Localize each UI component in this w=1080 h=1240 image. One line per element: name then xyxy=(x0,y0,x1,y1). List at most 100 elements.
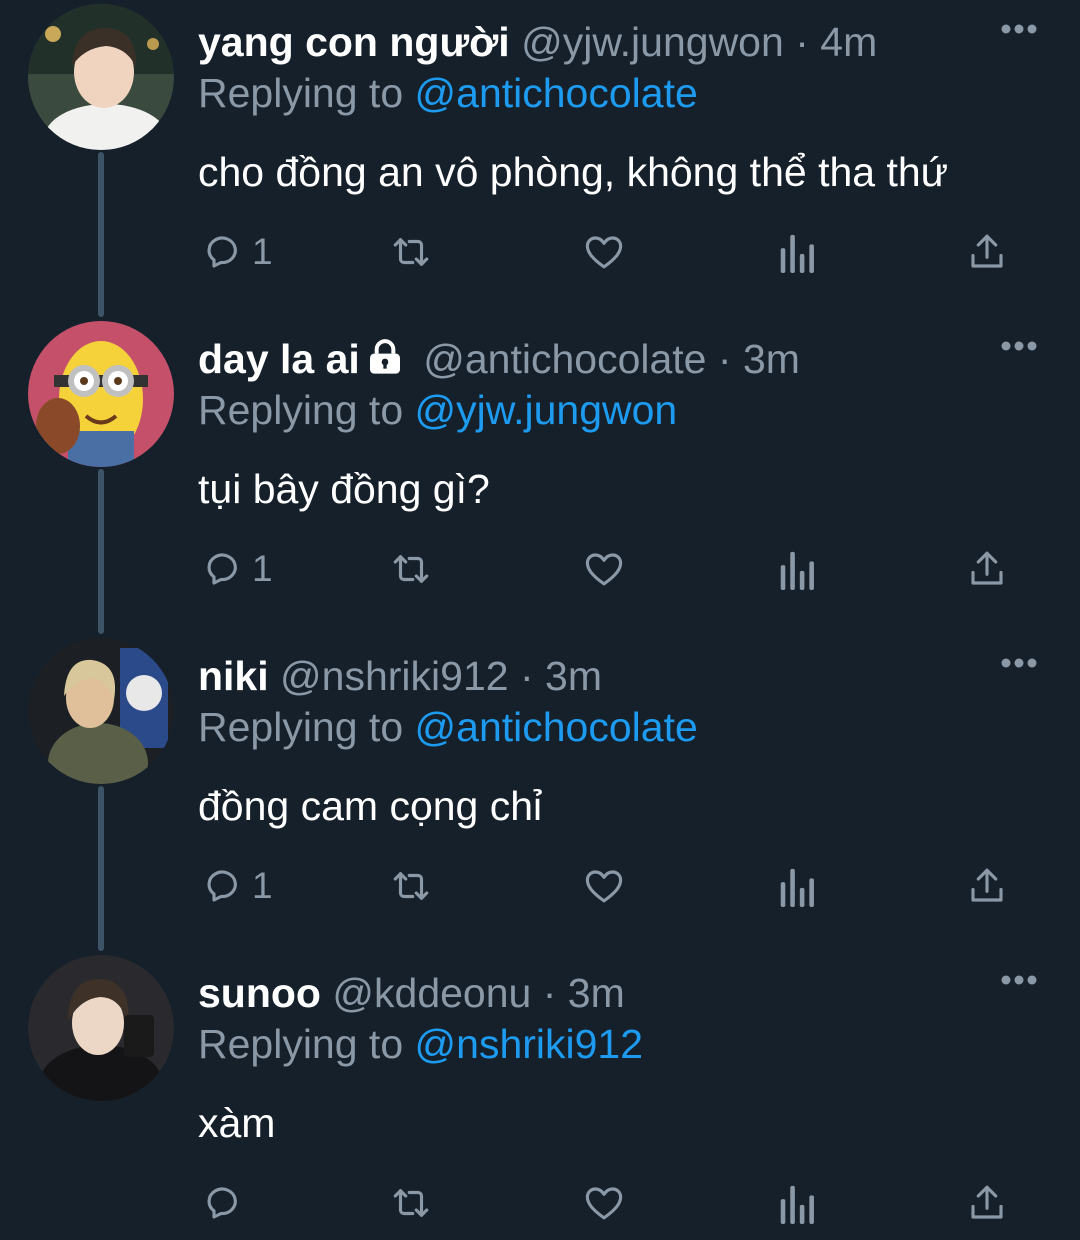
tweet-text: đồng cam cọng chỉ xyxy=(198,783,543,829)
tweet-text: cho đồng an vô phòng, không thể tha thứ xyxy=(198,149,949,195)
tweet-text: tụi bây đồng gì? xyxy=(198,466,490,512)
heart-icon xyxy=(582,1182,626,1224)
share-button[interactable] xyxy=(966,543,1008,595)
share-button[interactable] xyxy=(966,226,1008,278)
tweet[interactable]: sunoo @kddeonu · 3m Replying to @nshriki… xyxy=(0,951,1080,1240)
reply-count: 1 xyxy=(252,231,273,272)
retweet-icon xyxy=(388,1182,434,1224)
replying-prefix: Replying to xyxy=(198,70,404,116)
tweet-header: yang con người @yjw.jungwon · 4m xyxy=(198,16,1040,68)
more-icon[interactable] xyxy=(1000,339,1038,353)
views-button[interactable] xyxy=(776,1177,816,1229)
heart-icon xyxy=(582,231,626,273)
views-button[interactable] xyxy=(776,543,816,595)
share-icon xyxy=(966,231,1008,273)
reply-count: 1 xyxy=(252,865,273,906)
share-icon xyxy=(966,865,1008,907)
share-icon xyxy=(966,1182,1008,1224)
separator-dot: · xyxy=(519,653,534,699)
user-handle[interactable]: @kddeonu xyxy=(332,970,531,1016)
user-handle[interactable]: @nshriki912 xyxy=(280,653,509,699)
heart-icon xyxy=(582,865,626,907)
user-handle[interactable]: @yjw.jungwon xyxy=(521,19,784,65)
mention-link[interactable]: @antichocolate xyxy=(415,704,698,750)
analytics-icon xyxy=(776,865,816,907)
like-button[interactable] xyxy=(582,1177,626,1229)
mention-link[interactable]: @yjw.jungwon xyxy=(415,387,678,433)
reply-button[interactable] xyxy=(200,1177,252,1229)
tweet-text: xàm xyxy=(198,1100,276,1146)
replying-to: Replying to @yjw.jungwon xyxy=(198,385,1040,435)
separator-dot: · xyxy=(795,19,809,65)
like-button[interactable] xyxy=(582,860,626,912)
replying-prefix: Replying to xyxy=(198,1021,404,1067)
retweet-button[interactable] xyxy=(388,226,434,278)
timestamp[interactable]: 3m xyxy=(545,653,602,699)
more-icon[interactable] xyxy=(1000,22,1038,36)
analytics-icon xyxy=(776,231,816,273)
reply-count: 1 xyxy=(252,548,273,589)
replying-to: Replying to @antichocolate xyxy=(198,68,1040,118)
retweet-icon xyxy=(388,231,434,273)
retweet-button[interactable] xyxy=(388,543,434,595)
display-name[interactable]: sunoo xyxy=(198,970,321,1016)
reply-button[interactable]: 1 xyxy=(200,543,273,595)
tweet-header: day la ai @antichocolate · 3m xyxy=(198,333,1040,385)
more-icon[interactable] xyxy=(1000,973,1038,987)
timestamp[interactable]: 3m xyxy=(568,970,625,1016)
replying-to: Replying to @nshriki912 xyxy=(198,1019,1040,1069)
tweet-actions xyxy=(198,1177,1028,1229)
avatar[interactable] xyxy=(28,321,174,467)
replying-prefix: Replying to xyxy=(198,704,404,750)
tweet-actions: 1 xyxy=(198,226,1028,278)
like-button[interactable] xyxy=(582,226,626,278)
reply-icon xyxy=(200,231,242,273)
avatar[interactable] xyxy=(28,638,174,784)
retweet-button[interactable] xyxy=(388,860,434,912)
share-icon xyxy=(966,548,1008,590)
separator-dot: · xyxy=(717,336,732,382)
display-name[interactable]: niki xyxy=(198,653,269,699)
share-button[interactable] xyxy=(966,1177,1008,1229)
avatar[interactable] xyxy=(28,955,174,1101)
views-button[interactable] xyxy=(776,860,816,912)
analytics-icon xyxy=(776,548,816,590)
reply-icon xyxy=(200,865,242,907)
retweet-icon xyxy=(388,865,434,907)
timestamp[interactable]: 4m xyxy=(820,19,877,65)
heart-icon xyxy=(582,548,626,590)
retweet-button[interactable] xyxy=(388,1177,434,1229)
reply-thread: yang con người @yjw.jungwon · 4m Replyin… xyxy=(0,0,1080,1240)
separator-dot: · xyxy=(542,970,557,1016)
analytics-icon xyxy=(776,1182,816,1224)
mention-link[interactable]: @nshriki912 xyxy=(415,1021,644,1067)
reply-button[interactable]: 1 xyxy=(200,226,273,278)
reply-icon xyxy=(200,548,242,590)
tweet[interactable]: yang con người @yjw.jungwon · 4m Replyin… xyxy=(0,0,1080,317)
reply-button[interactable]: 1 xyxy=(200,860,273,912)
thread-connector xyxy=(98,469,104,634)
lock-icon xyxy=(364,337,406,389)
like-button[interactable] xyxy=(582,543,626,595)
replying-prefix: Replying to xyxy=(198,387,404,433)
thread-connector xyxy=(98,786,104,951)
tweet[interactable]: niki @nshriki912 · 3m Replying to @antic… xyxy=(0,634,1080,951)
reply-icon xyxy=(200,1182,242,1224)
tweet-actions: 1 xyxy=(198,543,1028,595)
more-icon[interactable] xyxy=(1000,656,1038,670)
thread-connector xyxy=(98,152,104,317)
retweet-icon xyxy=(388,548,434,590)
share-button[interactable] xyxy=(966,860,1008,912)
tweet[interactable]: day la ai @antichocolate · 3m Replying t… xyxy=(0,317,1080,634)
replying-to: Replying to @antichocolate xyxy=(198,702,1040,752)
views-button[interactable] xyxy=(776,226,816,278)
user-handle[interactable]: @antichocolate xyxy=(423,336,706,382)
display-name[interactable]: day la ai xyxy=(198,336,360,382)
mention-link[interactable]: @antichocolate xyxy=(415,70,698,116)
avatar[interactable] xyxy=(28,4,174,150)
tweet-actions: 1 xyxy=(198,860,1028,912)
tweet-header: sunoo @kddeonu · 3m xyxy=(198,967,1040,1019)
timestamp[interactable]: 3m xyxy=(743,336,800,382)
display-name[interactable]: yang con người xyxy=(198,19,510,65)
tweet-header: niki @nshriki912 · 3m xyxy=(198,650,1040,702)
